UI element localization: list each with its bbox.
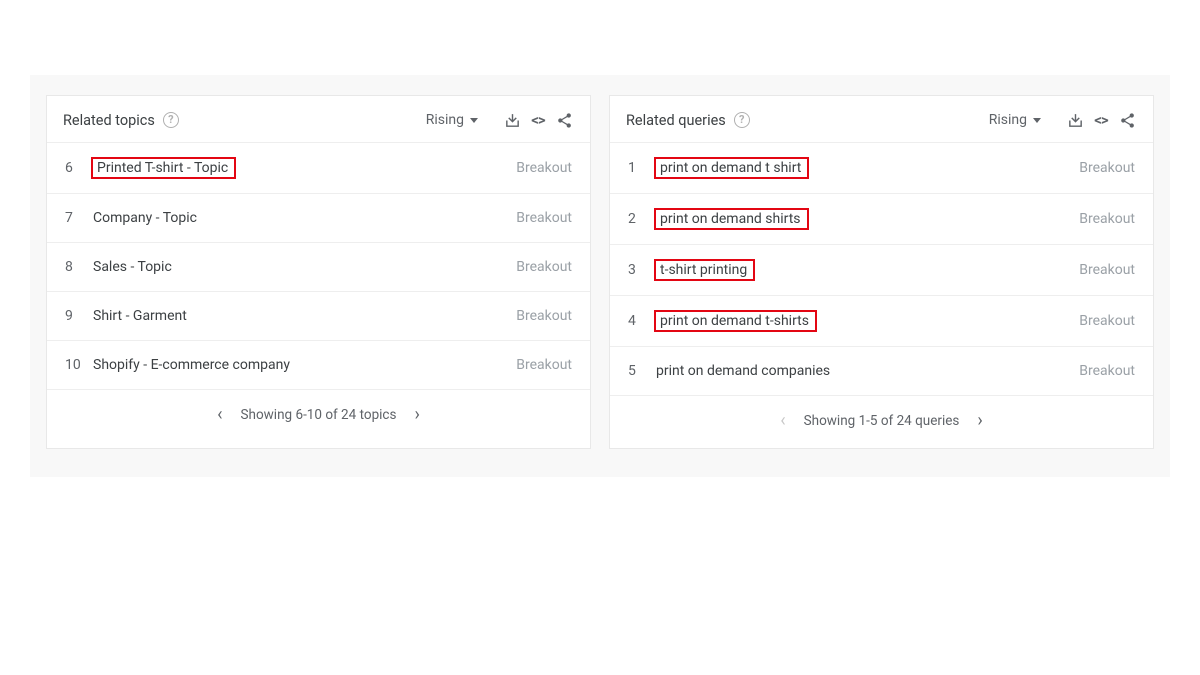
share-icon[interactable] [554, 110, 574, 130]
trends-panels-container: Related topics ? Rising <> 6Printed T-sh… [30, 75, 1170, 477]
row-label[interactable]: t-shirt printing [654, 259, 755, 281]
related-topics-card: Related topics ? Rising <> 6Printed T-sh… [46, 95, 591, 449]
row-value: Breakout [516, 160, 572, 176]
pager-prev-icon[interactable]: ‹ [217, 406, 222, 424]
card-header: Related queries ? Rising <> [610, 96, 1153, 143]
row-rank: 4 [628, 313, 654, 329]
row-rank: 9 [65, 308, 91, 324]
row-rank: 1 [628, 160, 654, 176]
row-value: Breakout [1079, 262, 1135, 278]
pager-next-icon[interactable]: › [977, 412, 982, 430]
row-rank: 3 [628, 262, 654, 278]
list-item[interactable]: 4print on demand t-shirts Breakout [610, 296, 1153, 347]
row-rank: 8 [65, 259, 91, 275]
row-label-wrap: Shirt - Garment [91, 306, 516, 326]
list-item[interactable]: 1print on demand t shirt Breakout [610, 143, 1153, 194]
row-label[interactable]: Printed T-shirt - Topic [91, 157, 236, 179]
row-label-wrap: print on demand t-shirts [654, 310, 1079, 332]
help-icon[interactable]: ? [163, 112, 179, 128]
list-item[interactable]: 9Shirt - Garment Breakout [47, 292, 590, 341]
list-item[interactable]: 7Company - Topic Breakout [47, 194, 590, 243]
download-icon[interactable] [502, 110, 522, 130]
card-title: Related topics [63, 112, 155, 129]
row-label-wrap: print on demand companies [654, 361, 1079, 381]
list-item[interactable]: 10Shopify - E-commerce company Breakout [47, 341, 590, 390]
download-icon[interactable] [1065, 110, 1085, 130]
row-label[interactable]: print on demand companies [654, 361, 832, 381]
sort-dropdown-label[interactable]: Rising [989, 112, 1027, 128]
row-rank: 6 [65, 160, 91, 176]
row-rank: 2 [628, 211, 654, 227]
list-item[interactable]: 2print on demand shirts Breakout [610, 194, 1153, 245]
row-label-wrap: Sales - Topic [91, 257, 516, 277]
embed-icon[interactable]: <> [528, 110, 548, 130]
list-item[interactable]: 5print on demand companies Breakout [610, 347, 1153, 396]
row-value: Breakout [1079, 363, 1135, 379]
related-queries-card: Related queries ? Rising <> 1print on de… [609, 95, 1154, 449]
pager: ‹ Showing 1-5 of 24 queries › [610, 396, 1153, 448]
row-label-wrap: t-shirt printing [654, 259, 1079, 281]
row-label-wrap: print on demand t shirt [654, 157, 1079, 179]
row-rank: 5 [628, 363, 654, 379]
pager-text: Showing 1-5 of 24 queries [804, 413, 960, 429]
sort-dropdown-label[interactable]: Rising [426, 112, 464, 128]
row-label[interactable]: print on demand shirts [654, 208, 809, 230]
row-value: Breakout [516, 259, 572, 275]
card-title: Related queries [626, 112, 726, 129]
help-icon[interactable]: ? [734, 112, 750, 128]
queries-rows: 1print on demand t shirtBreakout2print o… [610, 143, 1153, 396]
share-icon[interactable] [1117, 110, 1137, 130]
pager: ‹ Showing 6-10 of 24 topics › [47, 390, 590, 442]
row-label[interactable]: Sales - Topic [91, 257, 174, 277]
pager-next-icon[interactable]: › [414, 406, 419, 424]
topics-rows: 6Printed T-shirt - TopicBreakout7Company… [47, 143, 590, 390]
row-label[interactable]: print on demand t shirt [654, 157, 809, 179]
row-label[interactable]: Shirt - Garment [91, 306, 189, 326]
list-item[interactable]: 8Sales - Topic Breakout [47, 243, 590, 292]
row-label[interactable]: print on demand t-shirts [654, 310, 817, 332]
row-rank: 7 [65, 210, 91, 226]
row-value: Breakout [516, 357, 572, 373]
pager-prev-icon[interactable]: ‹ [780, 412, 785, 430]
row-label-wrap: Shopify - E-commerce company [91, 355, 516, 375]
row-value: Breakout [516, 308, 572, 324]
row-value: Breakout [516, 210, 572, 226]
row-value: Breakout [1079, 313, 1135, 329]
list-item[interactable]: 6Printed T-shirt - Topic Breakout [47, 143, 590, 194]
row-label-wrap: Printed T-shirt - Topic [91, 157, 516, 179]
card-header: Related topics ? Rising <> [47, 96, 590, 143]
embed-icon[interactable]: <> [1091, 110, 1111, 130]
row-label-wrap: print on demand shirts [654, 208, 1079, 230]
row-label[interactable]: Company - Topic [91, 208, 199, 228]
row-rank: 10 [65, 357, 91, 373]
dropdown-caret-icon[interactable] [470, 118, 478, 123]
list-item[interactable]: 3t-shirt printing Breakout [610, 245, 1153, 296]
dropdown-caret-icon[interactable] [1033, 118, 1041, 123]
row-value: Breakout [1079, 160, 1135, 176]
pager-text: Showing 6-10 of 24 topics [241, 407, 397, 423]
row-label[interactable]: Shopify - E-commerce company [91, 355, 292, 375]
row-value: Breakout [1079, 211, 1135, 227]
row-label-wrap: Company - Topic [91, 208, 516, 228]
